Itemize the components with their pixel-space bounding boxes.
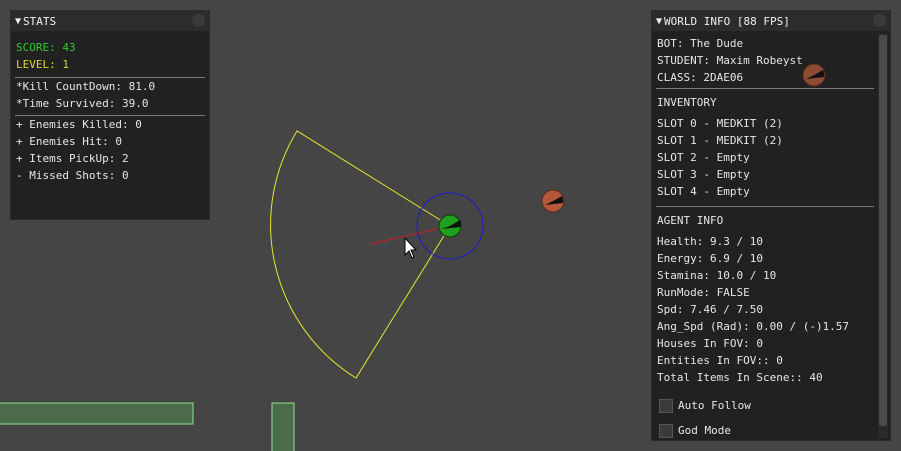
aim-line [369,225,451,245]
stats-panel[interactable]: ▼ STATS SCORE: 43 LEVEL: 1 *Kill CountDo… [10,10,210,220]
divider [15,115,205,116]
kill-countdown-text: *Kill CountDown: 81.0 [16,80,156,93]
stamina-text: Stamina: 10.0 / 10 [657,269,777,282]
enemy-unit [541,189,565,213]
enemy-overlay [802,63,826,87]
speed-text: Spd: 7.46 / 7.50 [657,303,763,316]
divider [15,77,205,78]
score-text: SCORE: 43 [16,41,76,54]
world-info-panel[interactable]: ▼ WORLD INFO [88 FPS] BOT: The Dude STUD… [651,10,891,441]
fov-cone [270,130,451,379]
total-items-text: Total Items In Scene:: 40 [657,371,823,384]
inventory-slot: SLOT 4 - Empty [657,185,750,198]
agent-bot [438,214,462,238]
bot-name-text: BOT: The Dude [657,37,744,50]
divider [656,206,874,207]
items-pickup-text: + Items PickUp: 2 [16,152,129,165]
scrollbar-thumb[interactable] [879,35,887,426]
auto-follow-label: Auto Follow [678,399,751,412]
world-info-titlebar[interactable]: ▼ WORLD INFO [88 FPS] [652,11,890,31]
health-text: Health: 9.3 / 10 [657,235,763,248]
enemies-hit-text: + Enemies Hit: 0 [16,135,122,148]
angular-speed-text: Ang_Spd (Rad): 0.00 / (-)1.57 [657,320,850,333]
class-text: CLASS: 2DAE06 [657,71,744,84]
enemies-killed-text: + Enemies Killed: 0 [16,118,142,131]
mouse-cursor-icon [404,236,418,259]
inventory-slot: SLOT 3 - Empty [657,168,750,181]
entities-in-fov-text: Entities In FOV:: 0 [657,354,783,367]
energy-text: Energy: 6.9 / 10 [657,252,763,265]
wall-segment [0,402,194,425]
stats-title: STATS [23,14,57,28]
god-mode-label: God Mode [678,424,731,437]
close-icon[interactable] [873,14,886,27]
student-name-text: STUDENT: Maxim Robeyst [657,54,803,67]
wall-segment [271,402,295,451]
collapse-triangle-icon[interactable]: ▼ [15,16,21,27]
time-survived-text: *Time Survived: 39.0 [16,97,149,110]
divider [656,88,874,89]
inventory-slot: SLOT 0 - MEDKIT (2) [657,117,783,130]
level-text: LEVEL: 1 [16,58,69,71]
agent-info-header: AGENT INFO [657,214,724,227]
missed-shots-text: - Missed Shots: 0 [16,169,129,182]
inventory-slot: SLOT 1 - MEDKIT (2) [657,134,783,147]
runmode-text: RunMode: FALSE [657,286,750,299]
scrollbar[interactable] [878,33,888,438]
houses-in-fov-text: Houses In FOV: 0 [657,337,763,350]
god-mode-checkbox[interactable] [659,424,673,438]
inventory-header: INVENTORY [657,96,717,109]
close-icon[interactable] [192,14,205,27]
enemy-unit [802,63,826,87]
auto-follow-checkbox[interactable] [659,399,673,413]
inventory-slot: SLOT 2 - Empty [657,151,750,164]
world-info-title: WORLD INFO [88 FPS] [664,14,790,28]
collapse-triangle-icon[interactable]: ▼ [656,16,662,27]
stats-titlebar[interactable]: ▼ STATS [11,11,209,31]
